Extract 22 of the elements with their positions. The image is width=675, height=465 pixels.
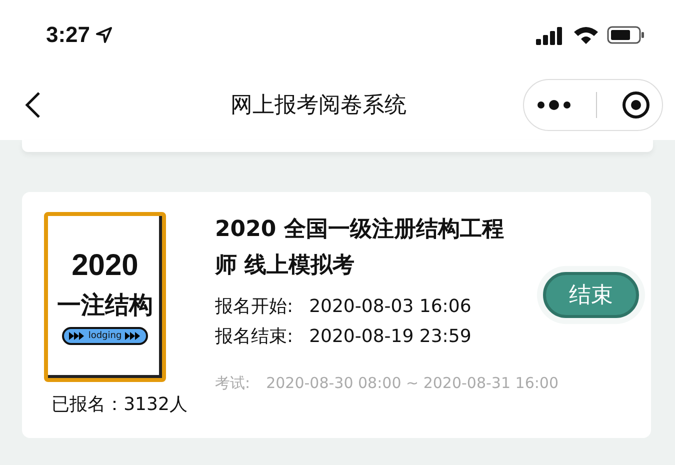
signal-icon [535, 25, 565, 45]
detail-value: 2020-08-19 23:59 [309, 325, 472, 349]
cover-tag: lodging [62, 327, 148, 345]
detail-label: 报名开始: [215, 295, 294, 319]
detail-value: 2020-08-03 16:06 [309, 295, 472, 319]
cover-year: 2020 [72, 249, 138, 283]
cover-subject: 一注结构 [57, 290, 153, 321]
arrows-icon [69, 332, 86, 340]
battery-icon [607, 25, 645, 45]
close-target-icon[interactable] [622, 91, 650, 119]
arrows-icon [124, 332, 141, 340]
detail-value: 2020-08-30 08:00 ~ 2020-08-31 16:00 [266, 373, 559, 394]
detail-label: 考试: [215, 373, 250, 394]
location-arrow-icon [96, 27, 112, 43]
enrolled-count: 已报名：3132人 [52, 393, 188, 416]
wifi-icon [573, 25, 599, 45]
more-icon[interactable] [536, 99, 572, 111]
page-title: 网上报考阅卷系统 [230, 92, 408, 120]
exam-card[interactable]: 2020 一注结构 lodging 已报名：3132人 2020 全国一级注册结构工程师 线上模拟考 报名开始: 2020-08-03 16:06 报名结束: 2020-08-19 23:59 考试: 2020-08-30 08:00 ~ 2020-08-31 16:00 结束 [22, 192, 651, 438]
exam-title: 2020 全国一级注册结构工程师 线上模拟考 [215, 216, 505, 280]
status-time: 3:27 [46, 22, 112, 48]
detail-label: 报名结束: [215, 325, 294, 349]
